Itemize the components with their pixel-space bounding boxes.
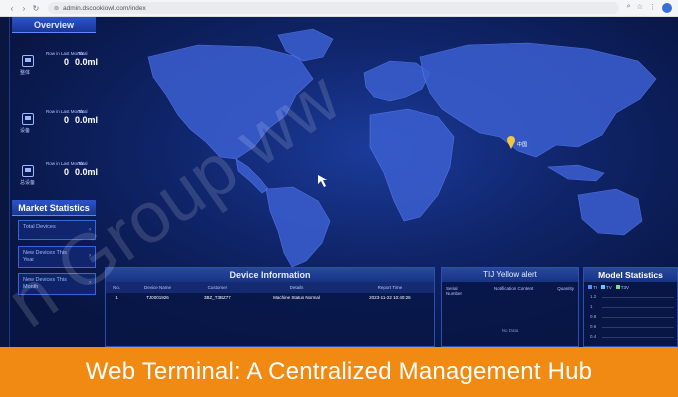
overview-title: Overview xyxy=(12,17,96,33)
column-header[interactable]: Report Time xyxy=(345,282,434,293)
grid-line xyxy=(602,297,674,298)
table-row[interactable]: 1 TJ0001926 3BZ_T3BZ77 Machine Status No… xyxy=(106,293,434,302)
last-month-value: 0 xyxy=(64,167,70,177)
grid-line xyxy=(602,317,674,318)
grid-line xyxy=(602,307,674,308)
column-header: Notification Content xyxy=(493,286,534,291)
url-text: admin.dscookiowl.com/index xyxy=(63,4,146,12)
overview-card: 设备 Row in Last Month Total 0 0.0ml xyxy=(12,105,99,145)
chart-legend: TI TV T3V xyxy=(584,282,677,293)
column-header[interactable]: Details xyxy=(247,282,346,293)
column-header[interactable]: No. xyxy=(106,282,128,293)
last-month-value: 0 xyxy=(64,115,70,125)
total-value: 0.0ml xyxy=(75,57,99,67)
overview-card-label: 设备 xyxy=(20,128,31,134)
overview-card-label: 整体 xyxy=(20,70,31,76)
column-header: Quantity xyxy=(557,286,574,291)
market-item-new-month[interactable]: New Devices This Month › xyxy=(18,273,96,295)
market-item-total-devices[interactable]: Total Devices › xyxy=(18,220,96,240)
continent-indonesia xyxy=(547,164,605,182)
banner-title: Web Terminal: A Centralized Management H… xyxy=(85,358,593,385)
column-header[interactable]: Device Name xyxy=(127,282,188,293)
total-value: 0.0ml xyxy=(75,167,99,177)
tij-alert-columns: Serial Number Notification Content Quant… xyxy=(442,282,578,296)
back-button[interactable]: ‹ xyxy=(6,4,18,13)
forward-button[interactable]: › xyxy=(18,4,30,13)
y-tick-label: 1.2 xyxy=(590,294,597,299)
market-item-label: New Devices This Month xyxy=(23,277,67,290)
overview-card-label: 总设备 xyxy=(20,180,36,186)
site-info-icon[interactable]: ⊜ xyxy=(54,5,59,12)
dashboard: 中国 Overview 整体 Row in Last Month Total 0… xyxy=(0,17,678,347)
table-header-row: No. Device Name Customer Details Report … xyxy=(106,282,434,293)
continent-north-america xyxy=(147,44,314,160)
grid-line xyxy=(602,327,674,328)
device-icon xyxy=(22,113,34,125)
chevron-right-icon: › xyxy=(89,253,91,259)
device-table: No. Device Name Customer Details Report … xyxy=(106,282,434,302)
device-information-title: Device Information xyxy=(106,268,434,282)
continent-asia xyxy=(419,42,657,158)
y-tick-label: 0.4 xyxy=(590,334,597,339)
table-cell: 3BZ_T3BZ77 xyxy=(204,295,231,300)
browser-tools: ⌕ ☆ ⋮ xyxy=(627,3,672,13)
chevron-right-icon: › xyxy=(89,280,91,286)
pin-label: 中国 xyxy=(517,141,527,148)
overview-card: 整体 Row in Last Month Total 0 0.0ml xyxy=(12,47,99,87)
total-label: Total xyxy=(78,51,88,56)
tij-alert-title: TIJ Yellow alert xyxy=(442,268,578,282)
left-panel: Overview 整体 Row in Last Month Total 0 0.… xyxy=(12,17,99,347)
table-cell: Machine Status Normal xyxy=(273,295,320,300)
total-value: 0.0ml xyxy=(75,115,99,125)
mouse-cursor-icon xyxy=(318,175,327,187)
device-icon xyxy=(22,165,34,177)
side-strip xyxy=(0,17,10,347)
y-tick-label: 0.6 xyxy=(590,324,597,329)
table-cell: 1 xyxy=(115,295,118,300)
y-tick-label: 1 xyxy=(590,304,593,309)
market-item-label: Total Devices xyxy=(23,224,56,230)
legend-item[interactable]: T3V xyxy=(615,285,629,290)
caption-banner: Web Terminal: A Centralized Management H… xyxy=(0,347,678,397)
grid-line xyxy=(602,337,674,338)
continent-africa xyxy=(369,108,455,222)
continent-australia xyxy=(577,188,643,236)
device-information-panel: Device Information No. Device Name Custo… xyxy=(105,267,435,347)
star-icon[interactable]: ☆ xyxy=(637,3,643,13)
model-statistics-title: Model Statistics xyxy=(584,268,677,282)
market-statistics-title: Market Statistics xyxy=(12,200,96,216)
total-label: Total xyxy=(78,109,88,114)
search-icon[interactable]: ⌕ xyxy=(627,3,631,13)
y-tick-label: 0.8 xyxy=(590,314,597,319)
address-bar[interactable]: ⊜ admin.dscookiowl.com/index xyxy=(48,2,619,14)
column-header[interactable]: Customer xyxy=(187,282,248,293)
profile-avatar[interactable] xyxy=(662,3,672,13)
device-icon xyxy=(22,55,34,67)
table-cell: 2023-11-22 10:40:26 xyxy=(369,295,411,300)
overview-card: 总设备 Row in Last Month Total 0 0.0ml xyxy=(12,157,99,197)
market-item-new-year[interactable]: New Devices This Year › xyxy=(18,246,96,268)
empty-state-text: No Data xyxy=(501,328,519,333)
continent-south-america xyxy=(265,186,331,267)
total-label: Total xyxy=(78,161,88,166)
tij-yellow-alert-panel: TIJ Yellow alert Serial Number Notificat… xyxy=(441,267,579,347)
market-item-label: New Devices This Year xyxy=(23,250,67,263)
legend-item[interactable]: TV xyxy=(601,285,612,290)
last-month-value: 0 xyxy=(64,57,70,67)
menu-icon[interactable]: ⋮ xyxy=(649,3,656,13)
continent-central-america xyxy=(235,158,269,194)
legend-item[interactable]: TI xyxy=(588,285,597,290)
continent-europe xyxy=(363,60,431,102)
table-cell: TJ0001926 xyxy=(146,295,169,300)
chevron-right-icon: › xyxy=(89,227,91,233)
world-map: 中国 xyxy=(147,28,657,267)
model-statistics-panel: Model Statistics TI TV T3V 1.2 1 0.8 0.6… xyxy=(583,267,678,347)
column-header: Serial Number xyxy=(446,286,463,296)
reload-button[interactable]: ↻ xyxy=(30,4,42,13)
browser-toolbar: ‹ › ↻ ⊜ admin.dscookiowl.com/index ⌕ ☆ ⋮ xyxy=(0,0,678,17)
